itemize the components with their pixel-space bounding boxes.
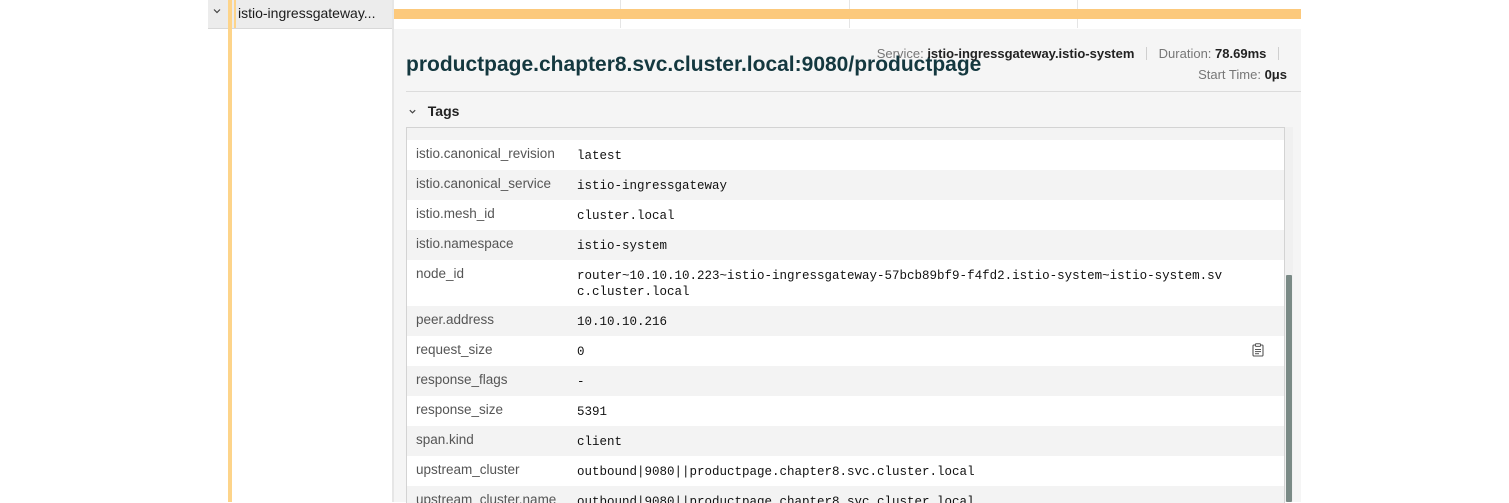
scrollbar-thumb[interactable] [1286,275,1292,502]
divider [1278,47,1279,60]
chevron-down-icon [408,108,420,119]
tag-value: outbound|9080||productpage.chapter8.svc.… [577,495,975,503]
tag-key: istio.canonical_revision [416,146,555,161]
tag-key: peer.address [416,312,495,327]
tag-value: client [577,435,623,449]
service-label: Service: [876,46,924,61]
tag-key: response_flags [416,372,508,387]
tag-row: istio.canonical_service istio-ingressgat… [407,170,1284,200]
tag-value: cluster.local [577,209,675,223]
tag-row: response_size 5391 [407,396,1284,426]
span-service-name[interactable]: istio-ingressgateway... [238,5,375,21]
tags-header-label: Tags [427,103,460,119]
tag-value: 10.10.10.216 [577,315,668,329]
tags-table-top [407,128,1284,140]
tag-row: istio.canonical_revision latest [407,140,1284,170]
span-overview: Service: istio-ingressgateway.istio-syst… [877,46,1287,82]
span-row[interactable]: istio-ingressgateway... [208,0,394,29]
tag-key: request_size [416,342,493,357]
tag-key: response_size [416,402,504,417]
timeline-row[interactable] [394,0,1301,28]
tag-row: upstream_cluster outbound|9080||productp… [407,456,1284,486]
tag-key: span.kind [416,432,474,447]
tag-row: span.kind client [407,426,1284,456]
tag-value: istio-system [577,239,668,253]
service-color-bar [228,0,232,502]
tag-value: 0 [577,345,585,359]
tags-table: istio.canonical_revision latest istio.ca… [406,127,1285,503]
tag-value: 5391 [577,405,608,419]
tag-key: upstream_cluster.name [416,492,557,503]
tag-value: outbound|9080||productpage.chapter8.svc.… [577,465,975,479]
tag-row: istio.namespace istio-system [407,230,1284,260]
tags-scrollbar[interactable] [1285,127,1293,502]
span-detail-panel: productpage.chapter8.svc.cluster.local:9… [394,29,1301,503]
span-name-column: istio-ingressgateway... [208,0,394,502]
span-bar[interactable] [394,9,1301,19]
divider [406,91,1301,92]
tag-key: istio.namespace [416,236,514,251]
service-value: istio-ingressgateway.istio-system [927,46,1135,61]
tag-row: response_flags - [407,366,1284,396]
tag-value: - [577,375,585,389]
chevron-down-icon[interactable] [210,6,224,20]
tag-row: istio.mesh_id cluster.local [407,200,1284,230]
tag-row: upstream_cluster.name outbound|9080||pro… [407,486,1284,503]
duration-label: Duration: [1158,46,1212,61]
tag-row: peer.address 10.10.10.216 [407,306,1284,336]
tag-key: node_id [416,266,465,281]
tag-key: istio.canonical_service [416,176,552,191]
tag-value: istio-ingressgateway [577,179,728,193]
duration-value: 78.69ms [1215,46,1267,61]
tag-row: node_id router~10.10.10.223~istio-ingres… [407,260,1284,306]
copy-icon[interactable] [1252,343,1264,357]
tag-value: latest [577,149,623,163]
tag-row: request_size 0 [407,336,1284,366]
tag-value: router~10.10.10.223~istio-ingressgateway… [577,269,1223,299]
start-time-label: Start Time: [1198,67,1261,82]
service-color-marker [234,0,236,28]
tag-key: upstream_cluster [416,462,520,477]
tags-toggle[interactable]: Tags [408,103,459,119]
tag-key: istio.mesh_id [416,206,495,221]
start-time-value: 0μs [1264,67,1287,82]
divider [1146,47,1148,60]
